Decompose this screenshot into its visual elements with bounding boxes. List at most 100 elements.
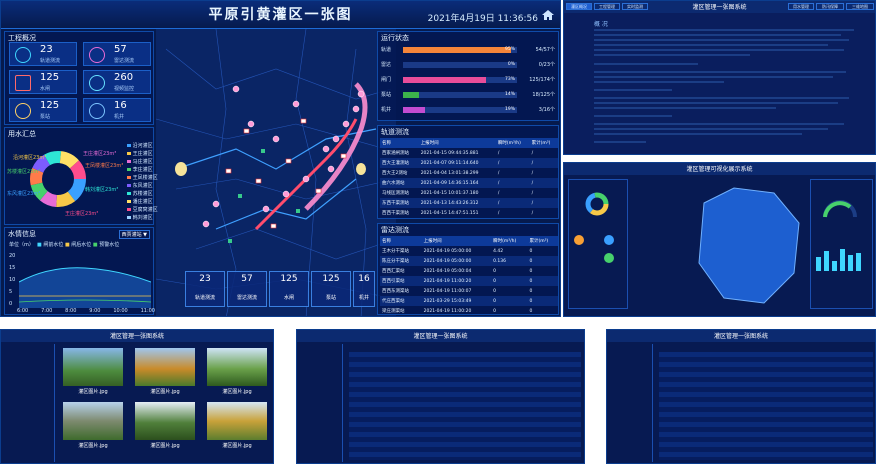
bottom-card-well[interactable]: 16 机井: [353, 271, 375, 307]
legend-item: 豆腐窝灌区: [127, 206, 158, 214]
water-level-chart[interactable]: [19, 252, 151, 308]
doc-text-lines: [594, 29, 854, 149]
table-cell: /: [495, 158, 530, 168]
table-row[interactable]: 东西干渠测站 2021-04-13 14:43:26.312//: [380, 198, 558, 208]
card-value: 16: [358, 274, 370, 284]
mini-map: [698, 187, 800, 304]
x-ticks: 6:00 7:00 8:00 9:00 10:00 11:00: [17, 308, 155, 314]
well-icon: [89, 103, 105, 119]
card-label: 轨道测流: [194, 295, 215, 301]
legend-swatch: [127, 152, 131, 155]
legend-swatch: [127, 144, 131, 147]
stat-value: 23: [40, 44, 53, 55]
legend-item: 东风灌区: [127, 182, 155, 190]
card-label: 雷达测流: [236, 295, 257, 301]
table-cell: /: [495, 178, 530, 188]
gallery-sidebar: [3, 344, 55, 462]
table-cell: 梁庄测渠站: [382, 309, 405, 314]
panel-title: 轨道测流: [381, 128, 409, 136]
table-row[interactable]: 王木分干渠站 2021-04-19 05:00:00 4.42 0: [380, 246, 558, 256]
stat-card-camera[interactable]: 260 视频监控: [83, 70, 151, 94]
table-cell: /: [497, 190, 500, 196]
table-cell: 2021-04-04 13:01:38.299: [420, 170, 479, 176]
gallery-photo[interactable]: [63, 402, 123, 440]
bottom-card-track-flow[interactable]: 23 轨道测流: [185, 271, 225, 307]
column-header: 瞬时(m³/h): [495, 138, 530, 148]
stat-label: 泵站: [40, 114, 51, 120]
bottom-card-sluice[interactable]: 125 水闸: [269, 271, 309, 307]
tab[interactable]: 三维地图: [846, 3, 874, 10]
table-row[interactable]: 西大王灌测站 2021-04-07 09:11:14.640//: [380, 158, 558, 168]
status-bar: 73%: [403, 77, 517, 83]
card-value: 125: [280, 274, 298, 284]
thumbnail-photo-gallery[interactable]: 灌区管理一张图系统 灌区图片.jpg 灌区图片.jpg 灌区图片.jpg 灌区图…: [0, 329, 274, 464]
table-row[interactable]: 西西东测渠站 2021-04-19 11:00:07 0 0: [380, 286, 558, 296]
stat-card-sluice[interactable]: 125 水闸: [9, 70, 77, 94]
status-bar: 0%: [403, 62, 517, 68]
thumbnail-overview-doc[interactable]: 灌区概况 工程管理 实时监测 灌区管理一张图系统 用水管理 防汛保障 三维地图 …: [563, 0, 876, 155]
table-row[interactable]: 代庄西渠站 2021-03-29 15:03:49 0 0: [380, 296, 558, 306]
card-label: 机井: [358, 295, 369, 301]
stat-card-well[interactable]: 16 机井: [83, 98, 151, 122]
donut-label: 东风灌区23m³: [7, 191, 41, 197]
status-row: 泵站 14% 18/125个: [381, 89, 555, 100]
table-row[interactable]: 西大王2测站 2021-04-04 13:01:38.299 / /: [380, 168, 558, 178]
table-row[interactable]: 曲六水测站 2021-04-09 14:36:15.164//: [380, 178, 558, 188]
sluice-icon: [15, 75, 31, 91]
table-cell: 西西引渠站: [380, 276, 422, 286]
chart-legend: ■ 闸前水位 ■ 闸后水位 ■ 预警水位: [37, 242, 120, 248]
home-icon[interactable]: [542, 10, 554, 20]
column-header: 累计(m³): [527, 236, 558, 246]
status-bar-fill: [403, 92, 419, 98]
thumbnail-visual-dashboard[interactable]: 灌区管理可视化展示系统: [563, 162, 876, 317]
table-row[interactable]: 马线匡测测站 2021-04-15 10:01:37.180 / /: [380, 188, 558, 198]
table-row[interactable]: 西西干渠测站 2021-04-15 14:47:51.151 / /: [380, 208, 558, 218]
table-cell: 2021-04-19 05:00:04: [423, 268, 472, 274]
stat-card-pump[interactable]: 125 泵站: [9, 98, 77, 122]
table-row[interactable]: 西家涵闸测站 2021-04-15 09:44:35.881 / /: [380, 148, 558, 158]
table-row[interactable]: 陈庄分干渠站 2021-04-19 05:00:00 0.136 0: [380, 256, 558, 266]
radar-flow-icon: [89, 47, 105, 63]
legend-swatch: [127, 160, 131, 163]
table-cell: /: [495, 198, 530, 208]
y-tick: 20: [9, 253, 16, 259]
stat-card-track-flow[interactable]: 23 轨道测流: [9, 42, 77, 66]
table-row[interactable]: 西西汇渠站 2021-04-19 05:00:04 0 0: [380, 266, 558, 276]
mini-circle: [604, 253, 614, 263]
legend-label: 王凤楼灌区: [132, 175, 158, 181]
legend-label: 东风灌区: [132, 183, 153, 189]
tab[interactable]: 用水管理: [788, 3, 814, 10]
panel-title: 用水汇总: [8, 130, 36, 138]
gallery-photo[interactable]: [135, 348, 195, 386]
stat-card-radar-flow[interactable]: 57 雷达测流: [83, 42, 151, 66]
tab[interactable]: 防汛保障: [816, 3, 844, 10]
table-cell: 东西干渠测站: [380, 198, 419, 208]
status-percent: 73%: [504, 76, 515, 82]
gallery-photo[interactable]: [207, 402, 267, 440]
bottom-card-pump[interactable]: 125 泵站: [311, 271, 351, 307]
card-label: 水闸: [283, 295, 294, 301]
thumb-header: 灌区管理可视化展示系统: [564, 163, 875, 175]
y-axis-unit: 单位（m）: [9, 242, 34, 248]
bottom-card-radar-flow[interactable]: 57 雷达测流: [227, 271, 267, 307]
column-header: 上报时间: [421, 236, 492, 246]
gallery-photo[interactable]: [207, 348, 267, 386]
table-cell: 0: [529, 308, 533, 314]
table-cell: 0: [529, 248, 533, 254]
panel-title: 雷达测流: [381, 226, 409, 234]
thumbnail-data-table-2[interactable]: 灌区管理一张图系统: [606, 329, 876, 464]
legend-item: 王凤楼灌区: [127, 174, 158, 182]
station-select[interactable]: 西贾灌站 ▼: [118, 230, 150, 239]
thumbnail-data-table-1[interactable]: 灌区管理一张图系统: [296, 329, 585, 464]
legend-label: 马庄灌区: [132, 159, 153, 165]
status-row: 机井 19% 3/16个: [381, 104, 555, 115]
table-cell: 曲六水测站: [380, 178, 419, 188]
status-bar-fill: [403, 47, 512, 53]
stat-label: 雷达测流: [114, 58, 135, 64]
table-row[interactable]: 西西引渠站 2021-04-19 11:00:20 0 0: [380, 276, 558, 286]
header-bar: 平原引黄灌区一张图 2021年4月19日 11:36:56: [1, 1, 560, 29]
donut-label: 沿河灌区23m³: [13, 155, 47, 161]
gallery-photo[interactable]: [135, 402, 195, 440]
gallery-photo[interactable]: [63, 348, 123, 386]
table-row[interactable]: 梁庄测渠站 2021-04-19 11:00:20 0 0: [380, 306, 558, 316]
